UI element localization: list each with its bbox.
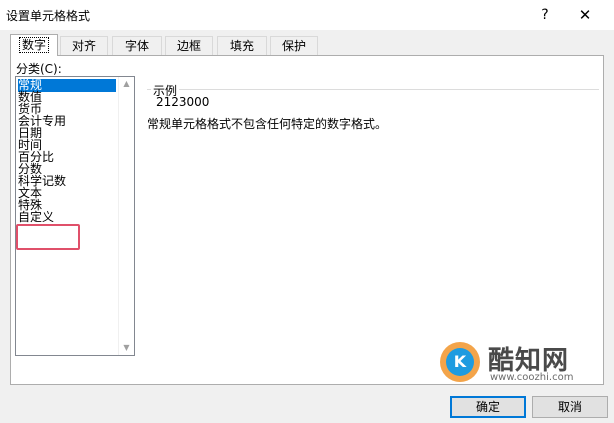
tab-label: 填充 — [229, 39, 254, 53]
number-tab-panel: 分类(C): 常规 数值 货币 会计专用 日期 时间 百分比 分数 科学记数 文… — [10, 55, 604, 385]
help-button[interactable]: ? — [530, 3, 560, 27]
scroll-up-icon[interactable]: ▲ — [119, 77, 134, 91]
tab-label: 数字 — [18, 37, 50, 53]
format-description: 常规单元格格式不包含任何特定的数字格式。 — [147, 117, 388, 131]
category-item-custom[interactable]: 自定义 — [18, 211, 54, 224]
watermark-url: www.coozhi.com — [490, 372, 574, 383]
custom-highlight-box — [16, 224, 80, 250]
tab-font[interactable]: 字体 — [112, 36, 162, 55]
category-listbox[interactable]: 常规 数值 货币 会计专用 日期 时间 百分比 分数 科学记数 文本 特殊 自定… — [15, 76, 135, 356]
category-label: 分类(C): — [16, 62, 62, 76]
tab-label: 边框 — [176, 39, 201, 53]
title-bar: 设置单元格格式 ? ✕ — [0, 0, 614, 30]
sample-divider — [147, 89, 599, 90]
scroll-down-icon[interactable]: ▼ — [119, 341, 134, 355]
category-scrollbar[interactable]: ▲ ▼ — [118, 77, 134, 355]
tab-number[interactable]: 数字 — [10, 34, 58, 56]
watermark: K 酷知网 www.coozhi.com — [440, 340, 580, 386]
tab-label: 字体 — [124, 39, 149, 53]
tab-alignment[interactable]: 对齐 — [60, 36, 108, 55]
watermark-logo-letter: K — [446, 348, 474, 376]
tab-border[interactable]: 边框 — [165, 36, 213, 55]
tab-label: 保护 — [281, 39, 306, 53]
tab-fill[interactable]: 填充 — [217, 36, 267, 55]
close-button[interactable]: ✕ — [570, 3, 600, 27]
sample-value: 2123000 — [156, 95, 210, 109]
sample-group: 示例 2123000 — [147, 82, 603, 112]
watermark-logo-icon: K — [440, 342, 480, 382]
tab-protection[interactable]: 保护 — [270, 36, 318, 55]
tab-label: 对齐 — [71, 39, 96, 53]
window-title: 设置单元格格式 — [6, 9, 91, 23]
cancel-button[interactable]: 取消 — [532, 396, 608, 418]
ok-button[interactable]: 确定 — [450, 396, 526, 418]
